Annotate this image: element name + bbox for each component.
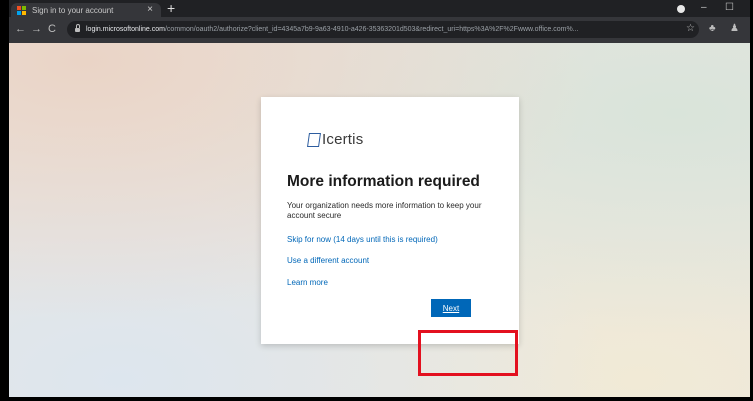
profile-icon[interactable] [677, 5, 685, 13]
icertis-logo: Icertis [307, 131, 364, 148]
description-text: Your organization needs more information… [287, 201, 482, 220]
page-title: More information required [287, 173, 480, 190]
url-path: /common/oauth2/authorize?client_id=4345a… [164, 26, 579, 33]
minimize-icon[interactable]: – [701, 2, 707, 14]
browser-toolbar: ← → C login.microsoftonline.com/common/o… [9, 17, 750, 43]
highlight-box [418, 330, 518, 376]
url-text: login.microsoftonline.com/common/oauth2/… [86, 26, 579, 33]
tab-strip: Sign in to your account × + – ☐ [9, 0, 750, 17]
new-tab-button[interactable]: + [167, 1, 175, 15]
account-icon[interactable]: ♟ [730, 23, 739, 35]
microsoft-logo-icon [17, 5, 26, 15]
browser-tab[interactable]: Sign in to your account × [11, 3, 161, 17]
next-button[interactable]: Next [431, 299, 471, 317]
back-icon[interactable]: ← [15, 23, 26, 35]
logo-text: Icertis [322, 131, 364, 148]
icertis-logo-icon [307, 132, 321, 147]
tab-title: Sign in to your account [32, 5, 114, 15]
browser-window: Sign in to your account × + – ☐ ← → C lo… [9, 0, 750, 397]
extensions-icon[interactable]: ♣ [709, 23, 716, 35]
lock-icon [75, 23, 80, 32]
address-bar[interactable]: login.microsoftonline.com/common/oauth2/… [67, 21, 699, 38]
learn-more-link[interactable]: Learn more [287, 278, 328, 287]
forward-icon[interactable]: → [31, 23, 42, 35]
restore-icon[interactable]: ☐ [725, 2, 734, 14]
bookmark-star-icon[interactable]: ☆ [686, 23, 695, 35]
use-different-account-link[interactable]: Use a different account [287, 256, 369, 265]
sign-in-card: Icertis More information required Your o… [261, 97, 519, 344]
url-host: login.microsoftonline.com [86, 26, 165, 33]
reload-icon[interactable]: C [48, 23, 56, 35]
page-background: Icertis More information required Your o… [9, 43, 750, 397]
close-tab-icon[interactable]: × [147, 5, 153, 15]
skip-for-now-link[interactable]: Skip for now (14 days until this is requ… [287, 235, 438, 244]
